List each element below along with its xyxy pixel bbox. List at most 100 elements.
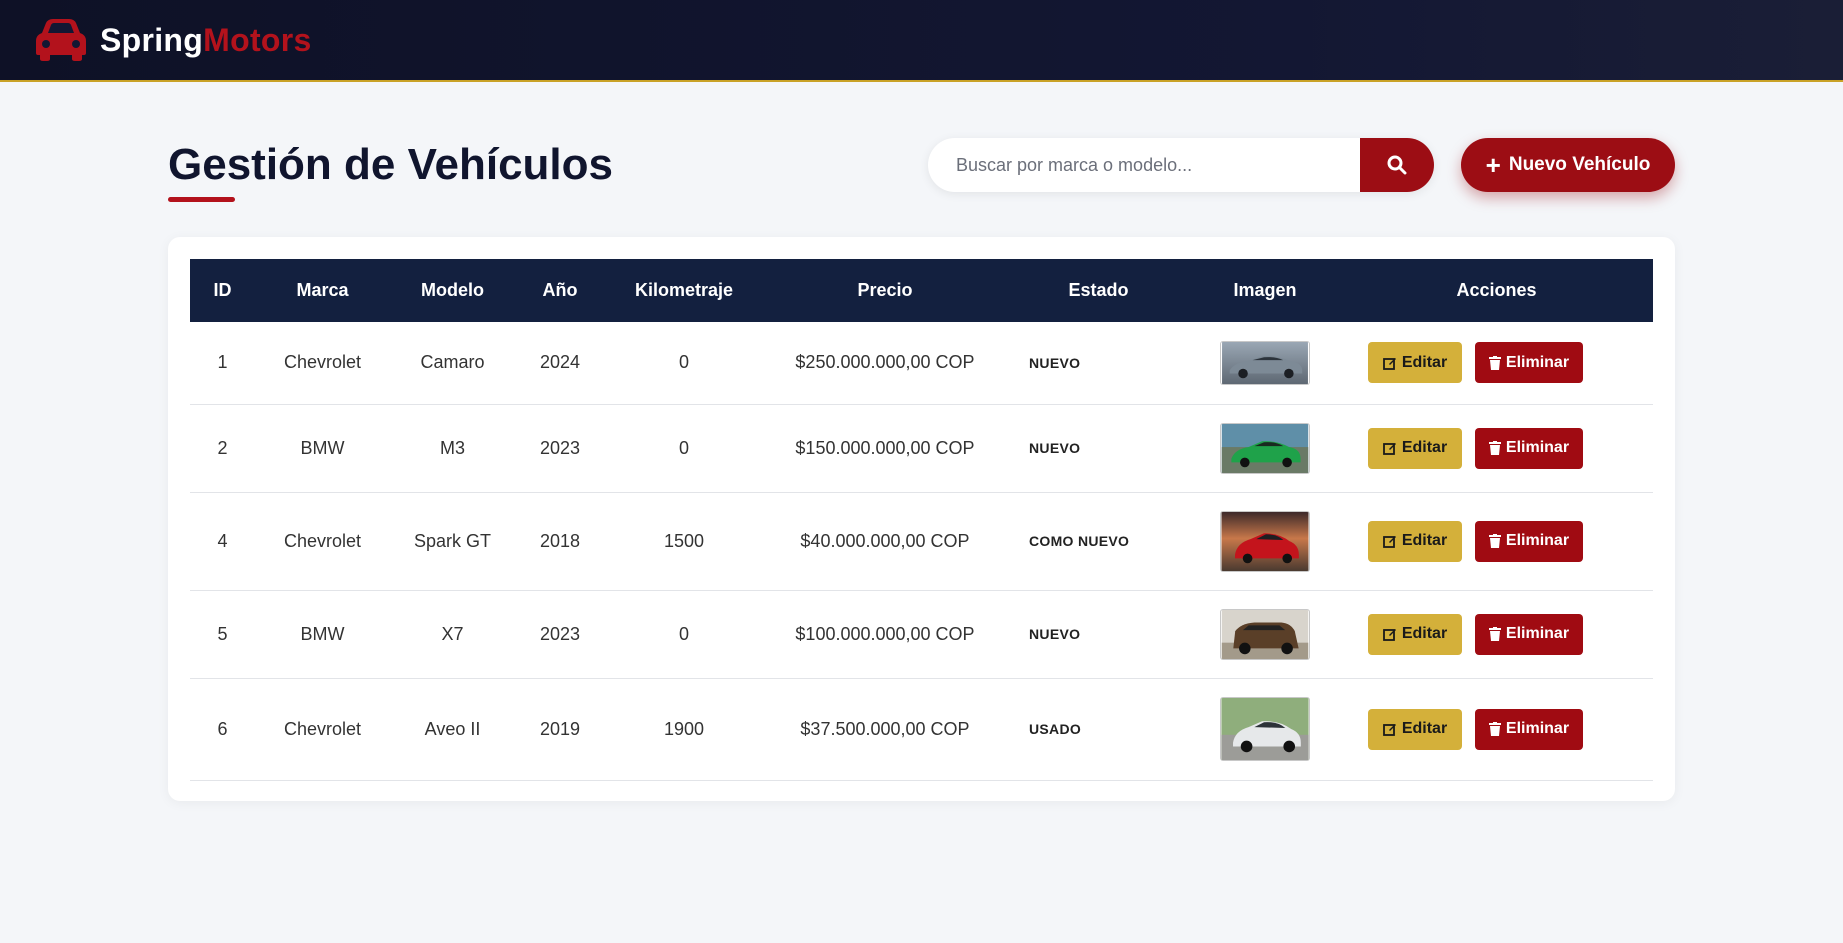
cell-marca: BMW <box>255 590 390 679</box>
edit-icon <box>1382 357 1396 370</box>
vehicles-card: ID Marca Modelo Año Kilometraje Precio E… <box>168 237 1675 801</box>
cell-estado: NUEVO <box>1007 404 1190 493</box>
cell-imagen <box>1190 590 1340 679</box>
cell-marca: Chevrolet <box>255 492 390 591</box>
cell-precio: $250.000.000,00 COP <box>763 322 1007 405</box>
vehicle-thumbnail[interactable] <box>1220 697 1310 761</box>
trash-icon <box>1488 441 1501 455</box>
vehicle-thumbnail[interactable] <box>1220 510 1310 572</box>
edit-icon <box>1382 443 1396 455</box>
delete-button[interactable]: Eliminar <box>1475 342 1583 384</box>
cell-estado: COMO NUEVO <box>1007 492 1190 591</box>
header-precio: Precio <box>857 280 913 300</box>
search-button[interactable] <box>1360 138 1434 192</box>
cell-actions: Editar Eliminar <box>1340 492 1653 591</box>
table-row: 5 BMW X7 2023 0 $100.000.000,00 COP NUEV… <box>190 590 1653 679</box>
header-modelo: Modelo <box>421 280 484 300</box>
cell-imagen <box>1190 678 1340 781</box>
cell-estado: NUEVO <box>1007 322 1190 405</box>
edit-button[interactable]: Editar <box>1368 708 1462 750</box>
cell-modelo: Camaro <box>390 322 515 405</box>
cell-actions: Editar Eliminar <box>1340 322 1653 405</box>
cell-modelo: Aveo II <box>390 678 515 781</box>
cell-marca: Chevrolet <box>255 322 390 405</box>
cell-anio: 2018 <box>515 492 605 591</box>
brand-name: SpringMotors <box>100 21 312 58</box>
cell-id: 6 <box>190 678 255 781</box>
cell-actions: Editar Eliminar <box>1340 678 1653 781</box>
delete-button[interactable]: Eliminar <box>1475 427 1583 469</box>
cell-id: 5 <box>190 590 255 679</box>
table-row: 4 Chevrolet Spark GT 2018 1500 $40.000.0… <box>190 492 1653 591</box>
cell-km: 0 <box>605 322 763 405</box>
trash-icon <box>1488 722 1501 736</box>
trash-icon <box>1488 355 1501 370</box>
table-row: 1 Chevrolet Camaro 2024 0 $250.000.000,0… <box>190 322 1653 405</box>
navbar: SpringMotors <box>0 0 1843 82</box>
header-marca: Marca <box>296 280 349 300</box>
cell-marca: Chevrolet <box>255 678 390 781</box>
cell-imagen <box>1190 404 1340 493</box>
search-input[interactable] <box>928 138 1360 192</box>
cell-estado: USADO <box>1007 678 1190 781</box>
edit-icon <box>1382 629 1396 641</box>
cell-anio: 2023 <box>515 590 605 679</box>
new-vehicle-label: Nuevo Vehículo <box>1508 154 1651 175</box>
cell-km: 0 <box>605 404 763 493</box>
edit-button[interactable]: Editar <box>1368 342 1462 384</box>
cell-precio: $37.500.000,00 COP <box>763 678 1007 781</box>
new-vehicle-button[interactable]: + Nuevo Vehículo <box>1461 138 1675 192</box>
cell-km: 1500 <box>605 492 763 591</box>
page-title: Gestión de Vehículos <box>168 140 614 189</box>
cell-id: 2 <box>190 404 255 493</box>
header-anio: Año <box>542 280 578 300</box>
edit-button[interactable]: Editar <box>1368 427 1462 469</box>
cell-precio: $100.000.000,00 COP <box>763 590 1007 679</box>
title-underline <box>168 197 235 202</box>
vehicle-thumbnail[interactable] <box>1220 340 1310 385</box>
edit-button[interactable]: Editar <box>1368 520 1462 562</box>
trash-icon <box>1488 534 1501 548</box>
cell-modelo: Spark GT <box>390 492 515 591</box>
edit-icon <box>1382 536 1396 548</box>
cell-imagen <box>1190 322 1340 405</box>
cell-id: 1 <box>190 322 255 405</box>
vehicles-table: ID Marca Modelo Año Kilometraje Precio E… <box>190 259 1653 781</box>
table-row: 2 BMW M3 2023 0 $150.000.000,00 COP NUEV… <box>190 404 1653 493</box>
cell-km: 1900 <box>605 678 763 781</box>
table-header-row: ID Marca Modelo Año Kilometraje Precio E… <box>190 259 1653 322</box>
plus-icon: + <box>1485 150 1501 180</box>
brand-logo[interactable]: SpringMotors <box>36 19 312 61</box>
edit-icon <box>1382 724 1396 736</box>
cell-imagen <box>1190 492 1340 591</box>
cell-id: 4 <box>190 492 255 591</box>
cell-actions: Editar Eliminar <box>1340 590 1653 679</box>
header-id: ID <box>213 280 232 300</box>
vehicle-thumbnail[interactable] <box>1220 422 1310 474</box>
trash-icon <box>1488 627 1501 641</box>
table-row: 6 Chevrolet Aveo II 2019 1900 $37.500.00… <box>190 678 1653 781</box>
cell-marca: BMW <box>255 404 390 493</box>
header-estado: Estado <box>1068 280 1129 300</box>
cell-anio: 2024 <box>515 322 605 405</box>
delete-button[interactable]: Eliminar <box>1475 613 1583 655</box>
cell-precio: $150.000.000,00 COP <box>763 404 1007 493</box>
cell-km: 0 <box>605 590 763 679</box>
search-bar <box>928 138 1434 192</box>
delete-button[interactable]: Eliminar <box>1475 708 1583 750</box>
header-imagen: Imagen <box>1233 280 1297 300</box>
cell-modelo: M3 <box>390 404 515 493</box>
cell-estado: NUEVO <box>1007 590 1190 679</box>
header-kilometraje: Kilometraje <box>634 280 734 300</box>
header-acciones: Acciones <box>1456 280 1537 300</box>
edit-button[interactable]: Editar <box>1368 613 1462 655</box>
search-icon <box>1387 155 1407 175</box>
cell-anio: 2019 <box>515 678 605 781</box>
cell-precio: $40.000.000,00 COP <box>763 492 1007 591</box>
vehicle-thumbnail[interactable] <box>1220 608 1310 660</box>
car-icon <box>36 19 86 61</box>
cell-modelo: X7 <box>390 590 515 679</box>
cell-actions: Editar Eliminar <box>1340 404 1653 493</box>
delete-button[interactable]: Eliminar <box>1475 520 1583 562</box>
cell-anio: 2023 <box>515 404 605 493</box>
